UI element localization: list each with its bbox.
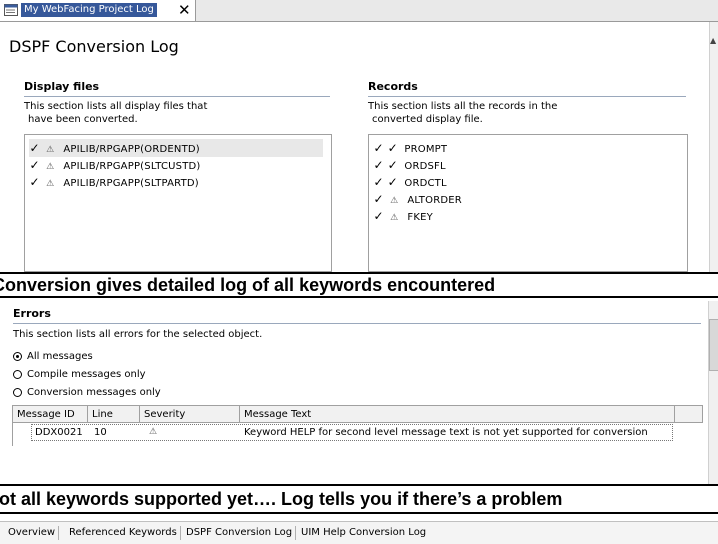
cell-message-id: DDX0021 — [35, 427, 83, 438]
check-icon: ✓ — [29, 158, 40, 172]
messages-table[interactable]: Message ID Line Severity Message Text DD… — [12, 405, 703, 446]
display-files-description-1: This section lists all display files tha… — [24, 101, 208, 112]
radio-label: All messages — [27, 351, 93, 362]
record-name: ORDCTL — [404, 178, 447, 189]
filter-conversion-messages-radio[interactable]: Conversion messages only — [13, 385, 161, 400]
list-item[interactable]: ✓ ✓ PROMPT — [373, 139, 447, 157]
filter-compile-messages-radio[interactable]: Compile messages only — [13, 367, 146, 382]
tab-referenced-keywords[interactable]: Referenced Keywords — [66, 526, 181, 540]
column-header-message-id[interactable]: Message ID — [13, 406, 88, 423]
radio-selected-icon — [13, 352, 22, 361]
check-icon: ✓ — [373, 192, 384, 206]
vertical-scrollbar[interactable] — [709, 22, 718, 272]
record-name: FKEY — [407, 212, 433, 223]
column-header-message-text[interactable]: Message Text — [240, 406, 675, 423]
display-file-name: APILIB/RPGAPP(ORDENTD) — [63, 144, 200, 155]
display-files-divider — [24, 96, 330, 97]
check-icon: ✓ — [29, 175, 40, 189]
errors-title: Errors — [13, 307, 51, 320]
check-icon: ✓ — [373, 175, 384, 189]
list-item[interactable]: ✓ ✓ ORDCTL — [373, 173, 447, 191]
list-item[interactable]: ✓ ⚠ APILIB/RPGAPP(SLTPARTD) — [29, 173, 199, 191]
editor-tab-strip: My WebFacing Project Log ✕ — [0, 0, 718, 22]
log-file-icon — [4, 4, 18, 16]
radio-unselected-icon — [13, 370, 22, 379]
radio-unselected-icon — [13, 388, 22, 397]
list-item[interactable]: ✓ ⚠ ALTORDER — [373, 190, 462, 208]
check-icon: ✓ — [29, 141, 40, 155]
record-name: PROMPT — [404, 144, 448, 155]
list-item[interactable]: ✓ ⚠ APILIB/RPGAPP(SLTCUSTD) — [29, 156, 201, 174]
caption-band-top: Conversion gives detailed log of all key… — [0, 272, 718, 298]
display-files-description-2: have been converted. — [28, 114, 138, 125]
record-name: ORDSFL — [404, 161, 446, 172]
editor-tab-title: My WebFacing Project Log — [21, 3, 157, 17]
warning-icon: ⚠ — [390, 213, 399, 223]
list-item[interactable]: ✓ ✓ ORDSFL — [373, 156, 446, 174]
filter-all-messages-radio[interactable]: All messages — [13, 349, 93, 364]
radio-label: Compile messages only — [27, 369, 146, 380]
scroll-up-arrow-icon[interactable]: ▲ — [710, 36, 716, 45]
warning-icon: ⚠ — [149, 427, 158, 437]
editor-tab[interactable]: My WebFacing Project Log ✕ — [0, 0, 196, 21]
warning-icon: ⚠ — [46, 179, 55, 189]
caption-top-text: Conversion gives detailed log of all key… — [0, 275, 496, 295]
tab-dspf-conversion-log[interactable]: DSPF Conversion Log — [183, 526, 297, 540]
column-header-severity[interactable]: Severity — [140, 406, 240, 423]
display-files-list[interactable]: ✓ ⚠ APILIB/RPGAPP(ORDENTD) ✓ ⚠ APILIB/RP… — [24, 134, 332, 272]
errors-divider — [13, 323, 701, 324]
records-divider — [368, 96, 686, 97]
list-item[interactable]: ✓ ⚠ APILIB/RPGAPP(ORDENTD) — [29, 139, 323, 157]
scrollbar-thumb[interactable] — [709, 319, 718, 371]
radio-label: Conversion messages only — [27, 387, 161, 398]
list-item[interactable]: ✓ ⚠ FKEY — [373, 207, 433, 225]
check-icon: ✓ — [373, 209, 384, 223]
errors-panel: Errors This section lists all errors for… — [0, 301, 718, 485]
records-title: Records — [368, 80, 418, 93]
records-description-1: This section lists all the records in th… — [368, 101, 558, 112]
display-file-name: APILIB/RPGAPP(SLTPARTD) — [63, 178, 199, 189]
editor-panel: My WebFacing Project Log ✕ DSPF Conversi… — [0, 0, 718, 272]
check-icon: ✓ — [387, 141, 398, 155]
cell-line: 10 — [94, 427, 107, 438]
cell-message-text: Keyword HELP for second level message te… — [244, 427, 648, 438]
check-icon: ✓ — [373, 141, 384, 155]
caption-bottom-text: Not all keywords supported yet…. Log tel… — [0, 489, 563, 509]
tab-overview[interactable]: Overview — [5, 526, 60, 540]
caption-band-bottom: Not all keywords supported yet…. Log tel… — [0, 484, 718, 514]
tab-uim-help-conversion-log[interactable]: UIM Help Conversion Log — [298, 526, 429, 540]
close-icon[interactable]: ✕ — [178, 1, 191, 19]
check-icon: ✓ — [387, 158, 398, 172]
column-header-filler — [675, 406, 703, 423]
column-header-line[interactable]: Line — [88, 406, 140, 423]
check-icon: ✓ — [373, 158, 384, 172]
page-title: DSPF Conversion Log — [9, 37, 179, 56]
errors-description: This section lists all errors for the se… — [13, 329, 263, 340]
record-name: ALTORDER — [407, 195, 462, 206]
check-icon: ✓ — [387, 175, 398, 189]
display-file-name: APILIB/RPGAPP(SLTCUSTD) — [63, 161, 201, 172]
editor-page-tabs: Overview Referenced Keywords DSPF Conver… — [0, 521, 718, 544]
display-files-title: Display files — [24, 80, 100, 93]
records-list[interactable]: ✓ ✓ PROMPT ✓ ✓ ORDSFL ✓ ✓ ORDCTL ✓ ⚠ ALT… — [368, 134, 688, 272]
records-description-2: converted display file. — [372, 114, 483, 125]
